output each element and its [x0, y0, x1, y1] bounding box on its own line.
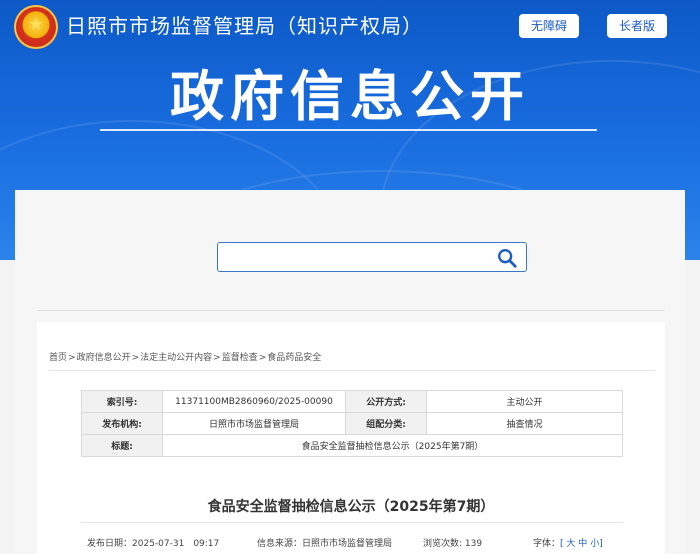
disclosure-method-value: 主动公开	[426, 390, 623, 413]
breadcrumb-separator: >	[213, 353, 221, 363]
breadcrumb-statutory[interactable]: 法定主动公开内容	[140, 353, 212, 363]
views-value: 139	[464, 539, 483, 549]
source-label: 信息来源：	[257, 539, 303, 549]
table-row: 索引号: 11371100MB2860960/2025-00090 公开方式: …	[81, 390, 623, 413]
publish-date-value: 2025-07-31 09:17	[132, 539, 220, 549]
disclosure-method-label: 公开方式:	[345, 390, 427, 413]
accessibility-button[interactable]: 无障碍	[519, 14, 579, 38]
breadcrumb-separator: >	[131, 353, 140, 363]
breadcrumb-food-drug[interactable]: 食品药品安全	[267, 353, 321, 363]
publish-date-label: 发布日期：	[87, 539, 133, 549]
site-title: 日照市市场监督管理局（知识产权局）	[66, 14, 423, 38]
table-row: 发布机构: 日照市市场监督管理局 组配分类: 抽查情况	[81, 412, 623, 435]
category-value: 抽查情况	[426, 412, 623, 435]
info-source: 信息来源：日照市市场监督管理局	[257, 536, 392, 549]
breadcrumb-divider	[49, 370, 655, 371]
national-emblem-icon	[14, 5, 58, 49]
source-value: 日照市市场监督管理局	[302, 539, 393, 549]
publish-date: 发布日期：2025-07-31 09:17	[87, 536, 219, 549]
search-section	[37, 190, 665, 311]
table-row: 标题: 食品安全监督抽检信息公示（2025年第7期）	[81, 434, 623, 457]
font-large-button[interactable]: 大	[566, 539, 575, 549]
banner-title: 政府信息公开	[170, 65, 530, 128]
title-label: 标题:	[81, 434, 163, 457]
font-bracket-close: ]	[599, 539, 603, 549]
article-title: 食品安全监督抽检信息公示（2025年第7期）	[207, 499, 495, 515]
search-icon[interactable]	[496, 247, 518, 269]
search-box	[217, 242, 527, 272]
search-input[interactable]	[224, 246, 488, 270]
font-medium-button[interactable]: 中	[578, 539, 587, 549]
views-label: 浏览次数:	[423, 539, 463, 549]
index-value: 11371100MB2860960/2025-00090	[162, 390, 346, 413]
category-label: 组配分类:	[345, 412, 427, 435]
font-size-control: 字体：[ 大 中 小]	[533, 536, 603, 549]
breadcrumb-gov-info[interactable]: 政府信息公开	[77, 353, 131, 363]
font-bracket-open: [	[560, 539, 564, 549]
breadcrumb: 首页>政府信息公开>法定主动公开内容>监督检查>食品药品安全	[49, 350, 321, 363]
info-meta-table: 索引号: 11371100MB2860960/2025-00090 公开方式: …	[81, 390, 623, 457]
article-divider	[81, 522, 623, 523]
publisher-label: 发布机构:	[81, 412, 163, 435]
elderly-mode-button[interactable]: 长者版	[607, 14, 667, 38]
breadcrumb-home[interactable]: 首页	[49, 353, 67, 363]
index-label: 索引号:	[81, 390, 163, 413]
font-size-label: 字体：	[533, 539, 561, 549]
view-count: 浏览次数: 139	[423, 536, 482, 549]
publisher-value: 日照市市场监督管理局	[162, 412, 346, 435]
breadcrumb-separator: >	[258, 353, 267, 363]
font-small-button[interactable]: 小	[590, 539, 599, 549]
banner-divider	[100, 129, 597, 131]
article-content: 首页>政府信息公开>法定主动公开内容>监督检查>食品药品安全 索引号: 1137…	[37, 322, 665, 554]
main-panel: 首页>政府信息公开>法定主动公开内容>监督检查>食品药品安全 索引号: 1137…	[15, 190, 685, 554]
title-value: 食品安全监督抽检信息公示（2025年第7期）	[162, 434, 623, 457]
breadcrumb-separator: >	[68, 353, 76, 363]
breadcrumb-supervision[interactable]: 监督检查	[222, 353, 258, 363]
